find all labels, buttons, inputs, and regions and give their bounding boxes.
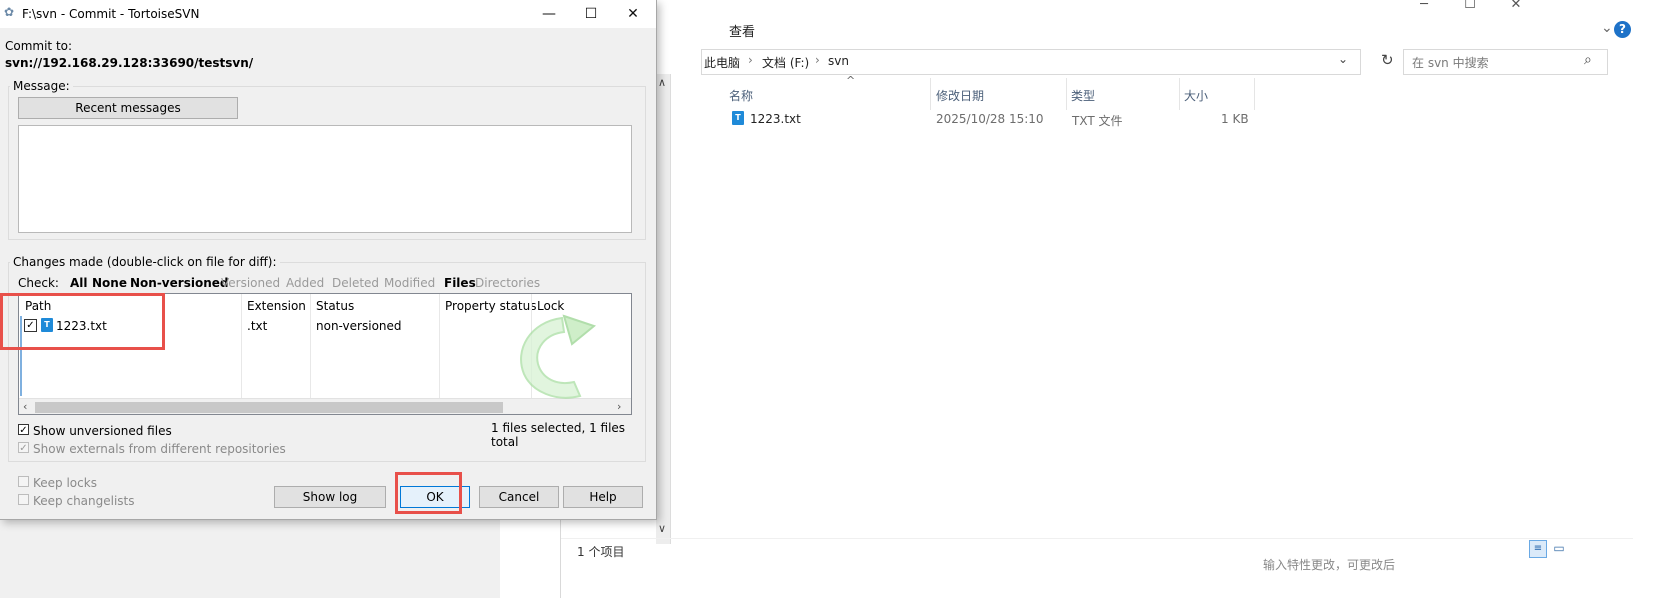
check-modified-link[interactable]: Modified <box>384 276 435 290</box>
check-added-link[interactable]: Added <box>286 276 324 290</box>
selection-summary: 1 files selected, 1 files total <box>491 421 626 449</box>
keep-locks-checkbox[interactable] <box>18 476 29 487</box>
column-header-lock[interactable]: Lock <box>537 299 564 313</box>
file-name: 1223.txt <box>750 112 801 126</box>
commit-dialog: ✿ F:\svn - Commit - TortoiseSVN — ☐ ✕ Co… <box>0 0 657 520</box>
background-text: 输入特性更改，可更改后 <box>1263 558 1396 572</box>
cancel-button[interactable]: Cancel <box>479 486 559 508</box>
show-log-button[interactable]: Show log <box>274 486 386 508</box>
maximize-icon[interactable]: ☐ <box>568 2 614 26</box>
message-label: Message: <box>10 79 73 93</box>
show-externals-label[interactable]: Show externals from different repositori… <box>33 442 286 456</box>
recent-messages-button[interactable]: Recent messages <box>18 97 238 119</box>
show-unversioned-checkbox[interactable]: ✓ <box>18 424 29 436</box>
close-icon[interactable]: ✕ <box>1493 0 1539 14</box>
breadcrumb-this-pc[interactable]: 此电脑 <box>704 54 740 71</box>
column-header-property-status[interactable]: Property status <box>445 299 536 313</box>
column-header-status[interactable]: Status <box>316 299 354 313</box>
search-icon[interactable]: ⌕ <box>1584 52 1592 68</box>
refresh-icon[interactable]: ↻ <box>1381 51 1394 69</box>
tortoisesvn-watermark-icon <box>520 314 597 399</box>
scroll-left-icon[interactable]: ‹ <box>23 400 27 413</box>
list-item[interactable]: T 1223.txt 2025/10/28 15:10 TXT 文件 1 KB <box>721 108 1306 130</box>
repository-url: svn://192.168.29.128:33690/testsvn/ <box>5 56 254 70</box>
show-externals-checkbox[interactable]: ✓ <box>18 442 29 454</box>
column-divider[interactable] <box>439 294 440 400</box>
keep-changelists-checkbox[interactable] <box>18 494 29 505</box>
column-divider[interactable] <box>1179 78 1180 110</box>
minimize-icon[interactable]: ─ <box>1401 0 1447 14</box>
highlight-file-row <box>0 293 165 350</box>
tortoisesvn-app-icon: ✿ <box>4 5 15 19</box>
column-header-extension[interactable]: Extension <box>247 299 306 313</box>
breadcrumb-svn[interactable]: svn <box>828 54 849 68</box>
background-window-strip <box>0 520 500 598</box>
search-placeholder: 在 svn 中搜索 <box>1412 56 1489 70</box>
check-all-link[interactable]: All <box>70 276 88 290</box>
check-none-link[interactable]: None <box>92 276 127 290</box>
window-title: F:\svn - Commit - TortoiseSVN <box>22 7 200 21</box>
check-label: Check: <box>18 276 59 290</box>
keep-changelists-label[interactable]: Keep changelists <box>33 494 135 508</box>
breadcrumb-drive-f[interactable]: 文档 (F:) <box>762 54 809 71</box>
chevron-down-icon[interactable]: ⌄ <box>1601 20 1613 36</box>
minimize-icon[interactable]: — <box>526 2 572 26</box>
text-file-icon: T <box>732 111 744 125</box>
file-size: 1 KB <box>1221 112 1249 126</box>
title-bar[interactable]: ✿ F:\svn - Commit - TortoiseSVN — ☐ ✕ <box>0 0 656 28</box>
sort-ascending-icon: ^ <box>846 74 856 87</box>
help-icon[interactable]: ? <box>1614 21 1631 38</box>
chevron-right-icon[interactable]: › <box>748 53 753 67</box>
chevron-right-icon[interactable]: › <box>815 53 820 67</box>
check-files-link[interactable]: Files <box>444 276 476 290</box>
file-extension: .txt <box>247 319 268 333</box>
changes-label: Changes made (double-click on file for d… <box>10 255 280 269</box>
highlight-ok-button <box>395 472 462 514</box>
maximize-icon[interactable]: ☐ <box>1447 0 1493 14</box>
keep-locks-label[interactable]: Keep locks <box>33 476 97 490</box>
scroll-right-icon[interactable]: › <box>617 400 621 413</box>
search-input[interactable]: 在 svn 中搜索 ⌕ <box>1403 49 1608 75</box>
check-deleted-link[interactable]: Deleted <box>332 276 379 290</box>
column-divider[interactable] <box>241 294 242 400</box>
file-explorer-window: ─ ☐ ✕ 查看 ⌄ ? ∧ ∨ 此电脑 › 文档 (F:) › svn ⌄ ↻… <box>560 0 1633 598</box>
column-divider[interactable] <box>930 78 931 110</box>
column-divider[interactable] <box>1066 78 1067 110</box>
column-divider[interactable] <box>1254 78 1255 110</box>
column-divider[interactable] <box>310 294 311 400</box>
commit-to-label: Commit to: <box>5 39 73 53</box>
address-bar[interactable]: 此电脑 › 文档 (F:) › svn ⌄ <box>701 49 1361 75</box>
help-button[interactable]: Help <box>563 486 643 508</box>
tiles-view-icon[interactable]: ▭ <box>1551 540 1567 556</box>
check-nonversioned-link[interactable]: Non-versioned <box>130 276 228 290</box>
ribbon-tab-view[interactable]: 查看 <box>729 21 755 40</box>
close-icon[interactable]: ✕ <box>610 2 656 26</box>
item-count: 1 个项目 <box>577 545 625 559</box>
details-view-icon[interactable]: ≡ <box>1529 540 1547 558</box>
commit-message-textarea[interactable] <box>18 125 632 233</box>
file-status: non-versioned <box>316 319 402 333</box>
file-modified: 2025/10/28 15:10 <box>936 112 1044 126</box>
show-unversioned-label[interactable]: Show unversioned files <box>33 424 172 438</box>
scrollbar-thumb[interactable] <box>35 402 503 413</box>
chevron-down-icon[interactable]: ⌄ <box>1338 52 1348 66</box>
scroll-down-icon[interactable]: ∨ <box>658 522 666 535</box>
check-versioned-link[interactable]: Versioned <box>221 276 280 290</box>
status-bar: 1 个项目 <box>561 538 1633 561</box>
check-directories-link[interactable]: Directories <box>475 276 540 290</box>
scroll-up-icon[interactable]: ∧ <box>658 76 666 89</box>
nav-pane-scrollbar[interactable] <box>656 74 671 544</box>
file-type: TXT 文件 <box>1072 114 1123 128</box>
